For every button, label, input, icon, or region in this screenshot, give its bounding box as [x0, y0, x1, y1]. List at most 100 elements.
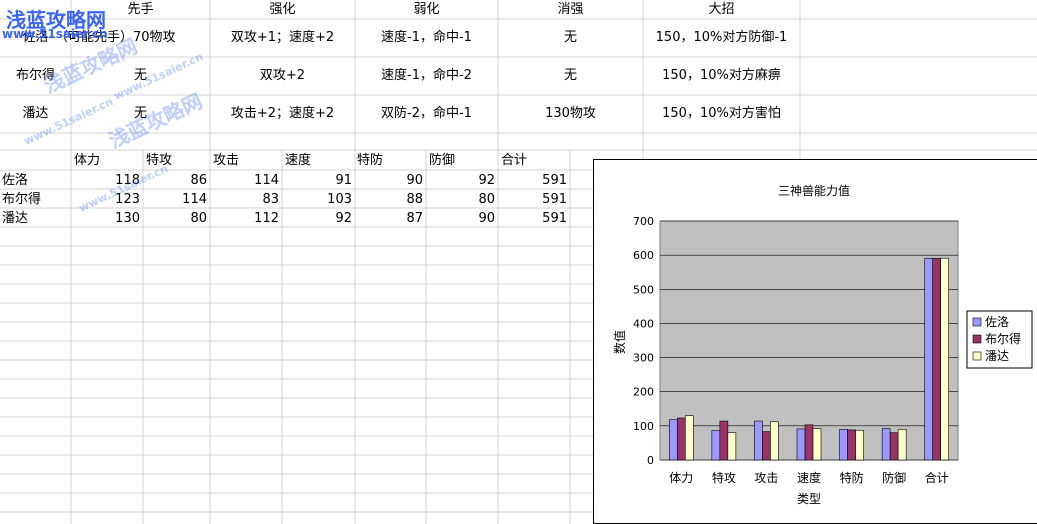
- header-xiaoqiang[interactable]: 消强: [498, 1, 643, 19]
- row2-name[interactable]: 布尔得: [0, 67, 71, 85]
- legend-swatch: [972, 351, 982, 361]
- stat-row1-name[interactable]: 佐洛: [2, 172, 28, 190]
- bar-潘达-特防: [855, 429, 864, 461]
- row1-xiaoqiang[interactable]: 无: [498, 29, 643, 47]
- stat-header-tefang[interactable]: 特防: [357, 152, 383, 170]
- stat-row2-name[interactable]: 布尔得: [2, 191, 41, 209]
- row2-ruohua[interactable]: 速度-1，命中-2: [355, 67, 498, 85]
- y-tick-label: 0: [647, 454, 654, 467]
- stat-row2-sudu[interactable]: 103: [282, 191, 352, 209]
- x-tick-label: 攻击: [754, 471, 778, 485]
- x-tick-label: 速度: [797, 470, 821, 485]
- bar-潘达-攻击: [770, 421, 779, 461]
- y-axis-label: 数值: [612, 330, 627, 354]
- stat-header-fangyu[interactable]: 防御: [429, 152, 455, 170]
- row3-qianghua[interactable]: 攻击+2；速度+2: [210, 105, 355, 123]
- stat-row2-tegong[interactable]: 114: [143, 191, 207, 209]
- row1-qianghua[interactable]: 双攻+1；速度+2: [210, 29, 355, 47]
- stat-header-heji[interactable]: 合计: [501, 152, 527, 170]
- bar-佐洛-体力: [668, 419, 678, 461]
- stat-header-tili[interactable]: 体力: [74, 152, 100, 170]
- legend: 佐洛布尔得潘达: [966, 310, 1033, 369]
- stat-row2-gongji[interactable]: 83: [210, 191, 279, 209]
- stat-row2-fangyu[interactable]: 80: [426, 191, 495, 209]
- bar-布尔得-体力: [676, 417, 686, 461]
- bar-潘达-合计: [940, 257, 950, 461]
- y-tick-label: 500: [633, 283, 654, 296]
- header-xianshou[interactable]: 先手: [71, 1, 210, 19]
- bar-布尔得-合计: [932, 257, 942, 461]
- stat-row3-heji[interactable]: 591: [498, 210, 567, 228]
- bar-布尔得-速度: [804, 424, 814, 461]
- row2-dazhao[interactable]: 150，10%对方麻痹: [643, 67, 800, 85]
- bar-潘达-体力: [684, 415, 694, 461]
- stat-row2-heji[interactable]: 591: [498, 191, 567, 209]
- stat-row1-fangyu[interactable]: 92: [426, 172, 495, 190]
- row3-dazhao[interactable]: 150，10%对方害怕: [643, 105, 800, 123]
- stat-row1-tefang[interactable]: 90: [355, 172, 423, 190]
- y-tick-label: 700: [633, 215, 654, 228]
- bar-潘达-防御: [897, 428, 907, 461]
- stat-row3-tili[interactable]: 130: [71, 210, 140, 228]
- stat-row1-sudu[interactable]: 91: [282, 172, 352, 190]
- x-axis-label: 类型: [797, 492, 821, 506]
- row2-qianghua[interactable]: 双攻+2: [210, 67, 355, 85]
- plot-area: [659, 220, 959, 461]
- y-tick-label: 300: [633, 352, 654, 365]
- stat-row3-tegong[interactable]: 80: [143, 210, 207, 228]
- stat-header-gongji[interactable]: 攻击: [213, 152, 239, 170]
- chart-object[interactable]: 三神兽能力值 0 100 200 300 400 500 600 700 体力 特攻 攻击 速度 特防…: [593, 159, 1037, 524]
- bar-潘达-速度: [812, 428, 822, 461]
- stat-row2-tili[interactable]: 123: [71, 191, 140, 209]
- bar-布尔得-防御: [889, 432, 899, 461]
- stat-row3-gongji[interactable]: 112: [210, 210, 279, 228]
- x-tick-label: 特防: [840, 470, 864, 485]
- bar-佐洛-攻击: [754, 420, 763, 461]
- header-qianghua[interactable]: 强化: [210, 1, 355, 19]
- stat-row3-sudu[interactable]: 92: [282, 210, 352, 228]
- stat-row1-gongji[interactable]: 114: [210, 172, 279, 190]
- x-tick-label: 特攻: [712, 470, 736, 485]
- header-ruohua[interactable]: 弱化: [355, 1, 498, 19]
- x-tick-label: 防御: [882, 470, 906, 485]
- bar-布尔得-攻击: [762, 431, 771, 461]
- legend-label: 布尔得: [985, 331, 1021, 346]
- bar-chart: 三神兽能力值 0 100 200 300 400 500 600 700 体力 特攻 攻击 速度 特防…: [612, 183, 1033, 506]
- bar-佐洛-防御: [881, 428, 891, 461]
- stat-row1-heji[interactable]: 591: [498, 172, 567, 190]
- legend-label: 潘达: [985, 349, 1009, 363]
- y-tick-label: 200: [633, 386, 654, 399]
- legend-swatch: [972, 334, 982, 344]
- y-tick-label: 100: [633, 420, 654, 433]
- stat-header-tegong[interactable]: 特攻: [146, 152, 172, 170]
- chart-title: 三神兽能力值: [778, 183, 850, 198]
- row2-xianshou[interactable]: 无: [71, 67, 210, 85]
- row2-xiaoqiang[interactable]: 无: [498, 67, 643, 85]
- row3-name[interactable]: 潘达: [0, 105, 71, 123]
- row3-xiaoqiang[interactable]: 130物攻: [498, 105, 643, 123]
- legend-swatch: [972, 317, 982, 327]
- header-dazhao[interactable]: 大招: [643, 1, 800, 19]
- stat-row3-name[interactable]: 潘达: [2, 210, 28, 228]
- y-tick-labels: 0 100 200 300 400 500 600 700: [633, 215, 654, 467]
- stat-row1-tili[interactable]: 118: [71, 172, 140, 190]
- stat-row3-tefang[interactable]: 87: [355, 210, 423, 228]
- y-tick-label: 400: [633, 317, 654, 330]
- stat-row1-tegong[interactable]: 86: [143, 172, 207, 190]
- legend-label: 佐洛: [985, 314, 1009, 329]
- row1-dazhao[interactable]: 150，10%对方防御-1: [643, 29, 800, 47]
- row3-ruohua[interactable]: 双防-2，命中-1: [355, 105, 498, 123]
- x-tick-labels: 体力 特攻 攻击 速度 特防 防御 合计: [669, 470, 948, 485]
- row1-ruohua[interactable]: 速度-1，命中-1: [355, 29, 498, 47]
- bar-佐洛-特防: [839, 428, 848, 461]
- bar-佐洛-合计: [924, 257, 934, 461]
- stat-row3-fangyu[interactable]: 90: [426, 210, 495, 228]
- row1-xianshou[interactable]: （可能先手）70物攻: [55, 29, 210, 47]
- bar-布尔得-特防: [847, 429, 856, 461]
- stat-row2-tefang[interactable]: 88: [355, 191, 423, 209]
- row3-xianshou[interactable]: 无: [71, 105, 210, 123]
- y-tick-label: 600: [633, 249, 654, 262]
- bar-佐洛-速度: [796, 428, 806, 461]
- stat-header-sudu[interactable]: 速度: [285, 152, 311, 170]
- x-tick-label: 体力: [669, 471, 693, 485]
